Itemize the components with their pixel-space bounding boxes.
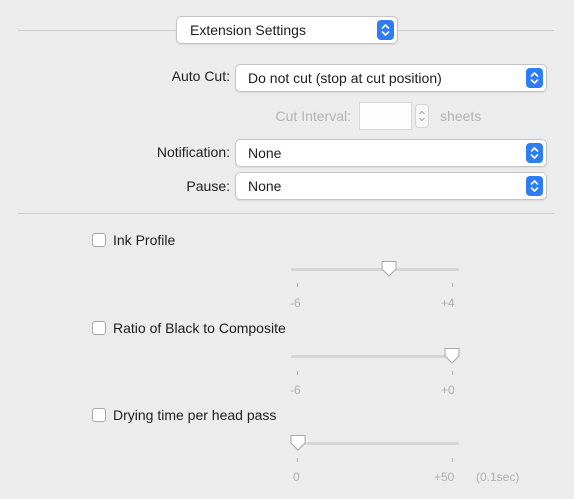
drying-time-checkbox[interactable] bbox=[92, 408, 106, 422]
ink-profile-min-label: -6 bbox=[290, 296, 301, 310]
extension-settings-popup[interactable]: Extension Settings bbox=[176, 16, 398, 44]
drying-time-tick-max bbox=[452, 458, 453, 462]
drying-time-unit: (0.1sec) bbox=[476, 470, 520, 484]
black-ratio-checkbox[interactable] bbox=[92, 321, 106, 335]
chevron-updown-icon bbox=[526, 143, 543, 163]
notification-label: Notification: bbox=[156, 144, 230, 160]
section-separator bbox=[18, 213, 554, 214]
black-ratio-tick-max bbox=[452, 371, 453, 375]
black-ratio-tick-min bbox=[297, 371, 298, 375]
chevron-updown-icon bbox=[377, 20, 394, 40]
ink-profile-slider-knob[interactable] bbox=[380, 260, 398, 278]
ink-profile-checkbox[interactable] bbox=[92, 233, 106, 247]
notification-popup[interactable]: None bbox=[235, 139, 547, 167]
cut-interval-unit: sheets bbox=[440, 108, 482, 124]
pause-value: None bbox=[248, 178, 282, 194]
auto-cut-label: Auto Cut: bbox=[171, 68, 230, 84]
pause-label: Pause: bbox=[186, 178, 230, 194]
drying-time-slider-knob[interactable] bbox=[289, 434, 307, 452]
black-ratio-min-label: -6 bbox=[290, 383, 301, 397]
extension-settings-label: Extension Settings bbox=[190, 22, 306, 38]
chevron-updown-icon bbox=[526, 68, 543, 88]
black-ratio-max-label: +0 bbox=[441, 383, 455, 397]
top-separator-right bbox=[398, 30, 554, 31]
drying-time-max-label: +50 bbox=[434, 470, 455, 484]
pause-popup[interactable]: None bbox=[235, 172, 547, 200]
black-ratio-label[interactable]: Ratio of Black to Composite bbox=[113, 320, 286, 336]
drying-time-label[interactable]: Drying time per head pass bbox=[113, 407, 276, 423]
stepper-arrows-icon bbox=[419, 110, 425, 122]
black-ratio-slider-knob[interactable] bbox=[443, 347, 461, 365]
cut-interval-stepper[interactable] bbox=[415, 104, 429, 128]
black-ratio-slider-track[interactable] bbox=[291, 355, 459, 358]
ink-profile-tick-min bbox=[297, 283, 298, 287]
ink-profile-max-label: +4 bbox=[441, 296, 455, 310]
drying-time-slider-track[interactable] bbox=[291, 442, 459, 445]
ink-profile-slider-track[interactable] bbox=[291, 268, 459, 271]
notification-value: None bbox=[248, 145, 282, 161]
ink-profile-tick-max bbox=[452, 283, 453, 287]
cut-interval-label: Cut Interval: bbox=[275, 108, 351, 124]
ink-profile-label[interactable]: Ink Profile bbox=[113, 232, 175, 248]
auto-cut-value: Do not cut (stop at cut position) bbox=[248, 70, 442, 86]
cut-interval-field[interactable] bbox=[359, 102, 412, 130]
top-separator-left bbox=[18, 30, 176, 31]
drying-time-tick-min bbox=[297, 458, 298, 462]
auto-cut-popup[interactable]: Do not cut (stop at cut position) bbox=[235, 64, 547, 92]
chevron-updown-icon bbox=[526, 176, 543, 196]
drying-time-min-label: 0 bbox=[293, 470, 300, 484]
